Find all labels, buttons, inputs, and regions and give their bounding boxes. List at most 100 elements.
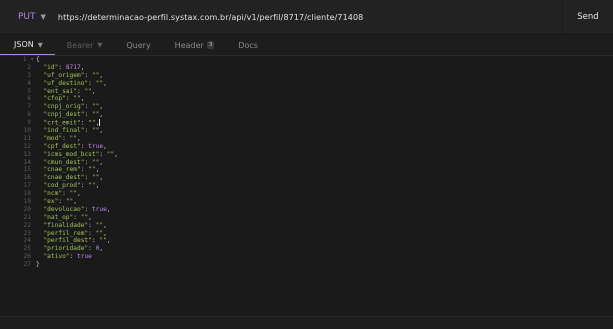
line-number: 23: [23, 229, 31, 237]
code-text: "cmun_dest": "",: [43, 158, 104, 166]
json-key: "mod": [43, 134, 63, 142]
json-key: "prioridade": [43, 245, 89, 253]
code-text: "ent_sai": "",: [43, 87, 96, 95]
code-text: }: [36, 261, 40, 269]
line-number: 6: [27, 95, 31, 103]
code-text: "ex": "",: [43, 198, 77, 206]
json-key: "cnpj_orig": [43, 103, 85, 111]
line-number: 12: [23, 142, 31, 150]
code-line: 5 "ent_sai": "",: [0, 88, 613, 96]
line-number: 2: [27, 63, 31, 71]
json-key: "ex": [43, 198, 59, 206]
code-text: "uf_origem": "",: [43, 71, 104, 79]
code-text: "mod": "",: [43, 134, 81, 142]
send-button[interactable]: Send: [562, 0, 613, 34]
line-number: 14: [23, 158, 31, 166]
tab-label: Header: [174, 40, 204, 50]
code-line: 21 "nat_op": "",: [0, 214, 613, 222]
code-text: "cpf_dest": true,: [43, 142, 107, 150]
json-value: true: [91, 205, 107, 213]
code-text: "id": 8717,: [43, 63, 85, 71]
code-line: 7 "cnpj_orig": "",: [0, 103, 613, 111]
json-body-editor[interactable]: 1 ▾{2 "id": 8717, 3 "uf_origem": "", 4 "uf…: [0, 56, 613, 316]
json-value: "": [99, 237, 107, 245]
json-value: "": [84, 87, 92, 95]
json-value: "": [69, 134, 77, 142]
code-line: 26 "ativo": true: [0, 253, 613, 261]
line-number: 9: [27, 119, 31, 127]
json-key: "ind_final": [43, 127, 85, 135]
code-line: 1 ▾{: [0, 56, 613, 64]
json-key: "devolucao": [43, 205, 85, 213]
code-line: 18 "ncm": "",: [0, 190, 613, 198]
line-number: 1 ▾: [22, 56, 34, 63]
line-number: 16: [23, 174, 31, 182]
code-line: 10 "ind_final": "",: [0, 127, 613, 135]
request-url-bar: PUT ▼ https://determinacao-perfil.systax…: [0, 0, 613, 35]
line-number: 11: [23, 134, 31, 142]
code-line: 24 "perfil_dest": "",: [0, 237, 613, 245]
json-value: "": [73, 95, 81, 103]
code-text: "cnpj_dest": "",: [43, 111, 104, 119]
code-line: 4 "uf_destino": "",: [0, 80, 613, 88]
line-number: 15: [23, 166, 31, 174]
code-line: 14 "cmun_dest": "",: [0, 159, 613, 167]
tab-query[interactable]: Query: [114, 35, 162, 55]
line-number: 13: [23, 150, 31, 158]
code-text: "prioridade": 0,: [43, 245, 104, 253]
code-text: "perfil_dest": "",: [43, 237, 111, 245]
json-key: "crt_emit": [43, 119, 81, 127]
json-key: "cpf_dest": [43, 142, 81, 150]
tab-header[interactable]: Header 3: [163, 35, 227, 55]
json-key: "cmun_dest": [43, 158, 85, 166]
line-number: 27: [23, 261, 31, 269]
json-key: "cfop": [43, 95, 66, 103]
json-value: "": [88, 182, 96, 190]
line-number: 8: [27, 111, 31, 119]
json-key: "cnpj_dest": [43, 111, 85, 119]
json-value: "": [88, 166, 96, 174]
code-text: "finalidade": "",: [43, 221, 107, 229]
line-number: 26: [23, 253, 31, 261]
line-number: 3: [27, 71, 31, 79]
line-number: 17: [23, 182, 31, 190]
code-text: "ind_final": "",: [43, 127, 104, 135]
line-number: 5: [27, 87, 31, 95]
code-text: {: [36, 56, 40, 63]
line-number: 19: [23, 198, 31, 206]
header-count-badge: 3: [206, 41, 215, 49]
code-line: 22 "finalidade": "",: [0, 222, 613, 230]
code-line: 3 "uf_origem": "",: [0, 72, 613, 80]
code-text: "nat_op": "",: [43, 213, 92, 221]
json-key: "cnae_dest": [43, 174, 85, 182]
tab-json[interactable]: JSON ▼: [0, 35, 55, 55]
code-line: 12 "cpf_dest": true,: [0, 143, 613, 151]
code-line: 11 "mod": "",: [0, 135, 613, 143]
text-cursor: [99, 119, 101, 127]
tab-bearer[interactable]: Bearer ▼: [55, 35, 115, 55]
json-key: "ativo": [43, 253, 70, 261]
code-line: 16 "cnae_dest": "",: [0, 174, 613, 182]
json-key: "id": [43, 63, 59, 71]
tab-label: Bearer: [66, 40, 94, 50]
json-value: 8717: [65, 63, 81, 71]
method-selector[interactable]: PUT ▼: [0, 0, 54, 34]
json-key: "cod_prod": [43, 182, 81, 190]
code-line: 17 "cod_prod": "",: [0, 182, 613, 190]
code-text: "cod_prod": "",: [43, 182, 100, 190]
line-number: 10: [23, 127, 31, 135]
line-number: 25: [23, 245, 31, 253]
code-line: 13 "icms_mod_bcst": "",: [0, 151, 613, 159]
code-line: 27}: [0, 261, 613, 269]
chevron-down-icon: ▼: [37, 40, 43, 49]
chevron-down-icon: ▼: [97, 41, 103, 49]
json-key: "uf_origem": [43, 71, 85, 79]
json-key: "finalidade": [43, 221, 89, 229]
json-value: "": [95, 79, 104, 87]
url-input[interactable]: https://determinacao-perfil.systax.com.b…: [54, 13, 613, 22]
code-lines: 1 ▾{2 "id": 8717, 3 "uf_origem": "", 4 "uf…: [0, 56, 613, 269]
line-number: 22: [23, 221, 31, 229]
line-number: 4: [27, 79, 31, 87]
status-bar: [0, 316, 613, 329]
tab-docs[interactable]: Docs: [226, 35, 270, 55]
